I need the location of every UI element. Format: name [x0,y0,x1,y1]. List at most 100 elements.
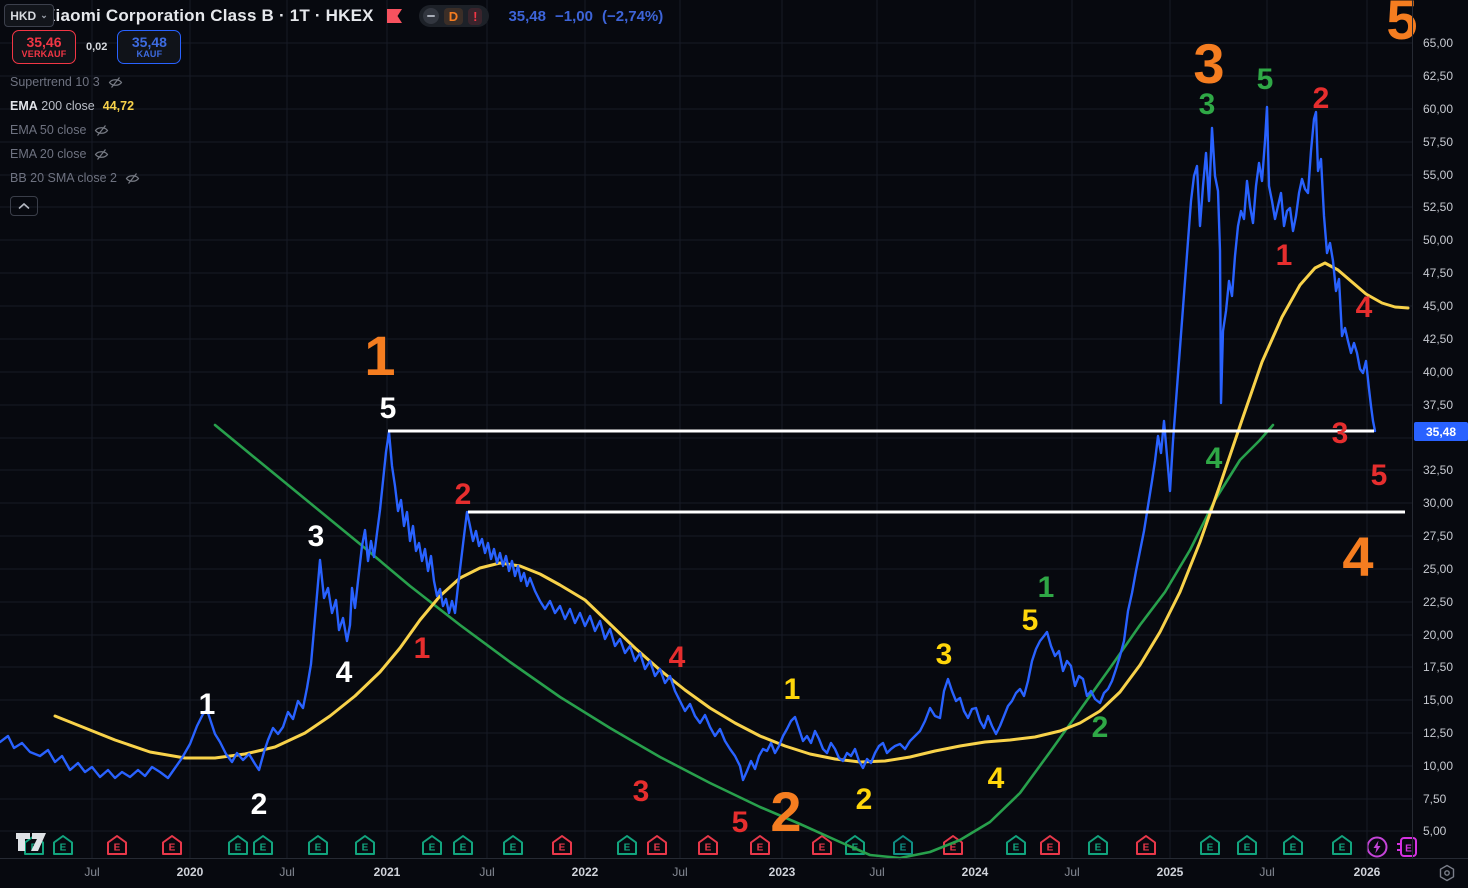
elliott-wave-label[interactable]: 1 [199,690,216,720]
elliott-wave-label[interactable]: 4 [1356,293,1373,323]
buy-button[interactable]: 35,48 KAUF [117,30,181,64]
price-tick-label: 60,00 [1423,102,1453,116]
quote-change-pct: (−2,74%) [602,8,663,25]
elliott-wave-label[interactable]: 2 [1313,84,1330,114]
elliott-wave-label[interactable]: 5 [1022,606,1039,636]
currency-label: HKD [10,9,36,23]
price-tick-label: 5,00 [1423,824,1446,838]
indicator-row[interactable]: EMA 20 close [10,142,140,166]
time-tick-label: Jul [672,865,687,879]
elliott-wave-label[interactable]: 1 [784,675,801,705]
price-tick-label: 37,50 [1423,398,1453,412]
sell-button[interactable]: 35,46 VERKAUF [12,30,76,64]
price-tick-label: 55,00 [1423,168,1453,182]
quote-readout: 35,48 −1,00 (−2,74%) [508,8,663,25]
time-tick-label: 2026 [1354,865,1381,879]
axis-settings-gear-icon[interactable] [1438,864,1456,882]
time-tick-label: Jul [84,865,99,879]
elliott-wave-label[interactable]: 2 [1092,713,1109,743]
spread-value: 0,02 [86,41,107,53]
time-tick-label: 2021 [374,865,401,879]
indicator-name: Supertrend 10 3 [10,75,100,89]
legend-collapse-button[interactable] [10,196,38,216]
eye-off-icon[interactable] [94,148,109,161]
price-tick-label: 20,00 [1423,628,1453,642]
time-tick-label: 2020 [177,865,204,879]
minus-chip-icon[interactable] [423,8,439,24]
elliott-wave-label[interactable]: 4 [988,764,1005,794]
time-tick-label: 2025 [1157,865,1184,879]
time-tick-label: Jul [279,865,294,879]
elliott-wave-label[interactable]: 4 [669,643,686,673]
elliott-wave-label[interactable]: 2 [856,785,873,815]
indicator-name: EMA 200 close [10,99,95,113]
elliott-wave-label[interactable]: 1 [1038,573,1055,603]
sell-label: VERKAUF [22,50,67,59]
indicator-name: EMA 50 close [10,123,86,137]
buy-label: KAUF [137,50,163,59]
sell-price: 35,46 [26,35,61,50]
price-tick-label: 7,50 [1423,792,1446,806]
price-tick-label: 40,00 [1423,365,1453,379]
time-tick-label: 2022 [572,865,599,879]
indicator-row[interactable]: EMA 200 close44,72 [10,94,140,118]
elliott-wave-label[interactable]: 3 [1193,36,1224,92]
elliott-wave-label[interactable]: 3 [936,640,953,670]
eye-off-icon[interactable] [108,76,123,89]
price-tick-label: 22,50 [1423,595,1453,609]
indicator-row[interactable]: EMA 50 close [10,118,140,142]
symbol-title[interactable]: Xiaomi Corporation Class B · 1T · HKEX [44,6,374,26]
elliott-wave-label[interactable]: 5 [380,394,397,424]
last-price-tag: 35,48 [1414,422,1468,441]
price-tick-label: 52,50 [1423,200,1453,214]
elliott-wave-label[interactable]: 2 [455,480,472,510]
alert-badge[interactable]: ! [468,8,482,25]
price-tick-label: 47,50 [1423,266,1453,280]
indicator-legend: Supertrend 10 3 EMA 200 close44,72 EMA 50 … [10,70,140,216]
interval-badge[interactable]: D [444,8,463,25]
tradingview-logo-icon[interactable] [14,830,48,854]
status-pill: D ! [419,5,490,27]
time-axis[interactable]: Jul 2020 Jul 2021 Jul 2022 Jul 2023 Jul 2024 Jul 20… [0,858,1468,888]
eye-off-icon[interactable] [125,172,140,185]
indicator-name: EMA 20 close [10,147,86,161]
elliott-wave-label[interactable]: 1 [1276,241,1293,271]
elliott-wave-label[interactable]: 2 [251,790,268,820]
elliott-wave-label[interactable]: 3 [308,522,325,552]
elliott-wave-label[interactable]: 1 [414,634,431,664]
elliott-wave-label[interactable]: 4 [1206,444,1223,474]
quote-last: 35,48 [508,8,546,25]
eye-off-icon[interactable] [94,124,109,137]
currency-dropdown[interactable]: HKD ⌄ [4,4,54,27]
quote-change: −1,00 [555,8,593,25]
time-tick-label: Jul [1259,865,1274,879]
elliott-wave-label[interactable]: 3 [1332,419,1349,449]
elliott-wave-label[interactable]: 4 [336,658,353,688]
time-tick-label: Jul [479,865,494,879]
price-tick-label: 10,00 [1423,759,1453,773]
indicator-name: BB 20 SMA close 2 [10,171,117,185]
symbol-row: mi Xiaomi Corporation Class B · 1T · HKE… [14,4,663,28]
price-axis[interactable]: 65,0062,5060,0057,5055,0052,5050,0047,50… [1412,0,1468,858]
time-tick-label: 2024 [962,865,989,879]
elliott-wave-label[interactable]: 5 [1371,461,1388,491]
price-tick-label: 17,50 [1423,660,1453,674]
time-tick-label: 2023 [769,865,796,879]
elliott-wave-label[interactable]: 2 [770,784,801,840]
price-tick-label: 30,00 [1423,496,1453,510]
chart-canvas[interactable] [0,0,1468,888]
flag-icon[interactable] [387,9,402,23]
elliott-wave-label[interactable]: 4 [1342,529,1373,585]
time-tick-label: Jul [1064,865,1079,879]
price-tick-label: 32,50 [1423,463,1453,477]
indicator-row[interactable]: Supertrend 10 3 [10,70,140,94]
tradingview-app: EEEEEEEEEEEEEEEEEEEEEEEEEEEEE 1234512345… [0,0,1468,888]
elliott-wave-label[interactable]: 5 [1257,65,1274,95]
elliott-wave-label[interactable]: 3 [633,777,650,807]
price-tick-label: 50,00 [1423,233,1453,247]
elliott-wave-label[interactable]: 5 [732,808,749,838]
time-tick-label: Jul [869,865,884,879]
elliott-wave-label[interactable]: 1 [364,328,395,384]
price-tick-label: 42,50 [1423,332,1453,346]
indicator-row[interactable]: BB 20 SMA close 2 [10,166,140,190]
